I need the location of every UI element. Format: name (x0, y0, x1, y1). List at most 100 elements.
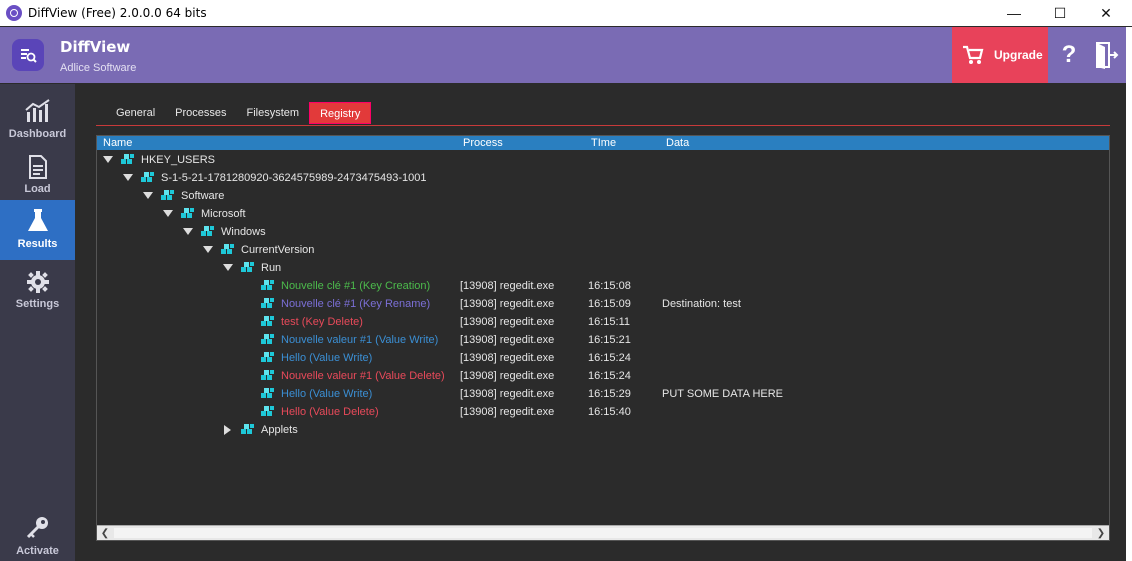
node-hkey-users[interactable]: HKEY_USERS (97, 151, 1109, 169)
entry-process: [13908] regedit.exe (460, 406, 555, 418)
entry-time: 16:15:24 (588, 352, 631, 364)
registry-cubes-icon (180, 207, 195, 221)
expand-toggle-icon[interactable] (224, 425, 231, 435)
entry-name: Nouvelle valeur #1 (Value Delete) (281, 370, 445, 382)
registry-cubes-icon (200, 225, 215, 239)
exit-door-icon[interactable] (1094, 41, 1120, 69)
sidebar-item-activate[interactable]: Activate (0, 507, 75, 561)
entry-process: [13908] regedit.exe (460, 334, 555, 346)
entry-data: Destination: test (662, 298, 741, 310)
registry-entry-row[interactable]: Nouvelle clé #1 (Key Rename) [13908] rege… (97, 295, 1109, 313)
registry-cubes-icon (260, 297, 275, 311)
sidebar-item-settings[interactable]: Settings (0, 262, 75, 320)
window-title: DiffView (Free) 2.0.0.0 64 bits (28, 6, 207, 20)
upgrade-button[interactable]: Upgrade (952, 27, 1048, 83)
sidebar-item-load[interactable]: Load (0, 147, 75, 205)
node-currentversion[interactable]: CurrentVersion (97, 241, 1109, 259)
tab-general[interactable]: General (106, 102, 165, 124)
entry-process: [13908] regedit.exe (460, 280, 555, 292)
tab-divider (96, 125, 1110, 126)
registry-entry-row[interactable]: Hello (Value Write) [13908] regedit.exe 16… (97, 385, 1109, 403)
sidebar-item-dashboard[interactable]: Dashboard (0, 90, 75, 148)
registry-cubes-icon (120, 153, 135, 167)
tab-registry[interactable]: Registry (309, 102, 372, 124)
registry-cubes-icon (260, 387, 275, 401)
entry-name: Hello (Value Delete) (281, 406, 379, 418)
entry-data: PUT SOME DATA HERE (662, 388, 784, 400)
sidebar-label-results: Results (17, 238, 58, 250)
close-button[interactable]: ✕ (1083, 0, 1129, 26)
registry-tree[interactable]: Name Process TIme Data HKEY_USERS S-1-5-2… (96, 135, 1110, 541)
registry-cubes-icon (260, 351, 275, 365)
node-label: Windows (221, 226, 266, 238)
node-label: Software (181, 190, 225, 202)
cart-icon (963, 45, 984, 64)
minimize-button[interactable]: — (991, 0, 1037, 26)
entry-process: [13908] regedit.exe (460, 316, 555, 328)
column-name[interactable]: Name (103, 137, 132, 149)
registry-entry-row[interactable]: test (Key Delete) [13908] regedit.exe 16:1… (97, 313, 1109, 331)
node-software[interactable]: Software (97, 187, 1109, 205)
registry-cubes-icon (240, 261, 255, 275)
sidebar-label-load: Load (24, 183, 51, 195)
entry-time: 16:15:09 (588, 298, 631, 310)
sidebar-item-results[interactable]: Results (0, 200, 75, 260)
node-applets[interactable]: Applets (97, 421, 1109, 439)
column-process[interactable]: Process (463, 137, 503, 149)
entry-name: Hello (Value Write) (281, 388, 373, 400)
expand-toggle-icon[interactable] (203, 246, 213, 253)
registry-entry-row[interactable]: Hello (Value Write) [13908] regedit.exe 16… (97, 349, 1109, 367)
registry-cubes-icon (160, 189, 175, 203)
entry-time: 16:15:21 (588, 334, 631, 346)
node-windows[interactable]: Windows (97, 223, 1109, 241)
horizontal-scrollbar[interactable]: ❮ ❯ (97, 525, 1109, 540)
column-data[interactable]: Data (666, 137, 689, 149)
scroll-left-arrow-icon[interactable]: ❮ (98, 527, 112, 540)
registry-entry-row[interactable]: Nouvelle valeur #1 (Value Write) [13908] … (97, 331, 1109, 349)
column-header: Name Process TIme Data (97, 136, 1109, 150)
registry-cubes-icon (220, 243, 235, 257)
node-label: Microsoft (201, 208, 246, 220)
registry-entry-row[interactable]: Hello (Value Delete) [13908] regedit.exe 1… (97, 403, 1109, 421)
chart-trend-icon (24, 99, 50, 122)
scroll-right-arrow-icon[interactable]: ❯ (1094, 527, 1108, 540)
sidebar-label-dashboard: Dashboard (8, 128, 67, 140)
sidebar-label-settings: Settings (15, 298, 60, 310)
registry-entry-row[interactable]: Nouvelle clé #1 (Key Creation) [13908] re… (97, 277, 1109, 295)
registry-cubes-icon (140, 171, 155, 185)
registry-cubes-icon (260, 369, 275, 383)
expand-toggle-icon[interactable] (143, 192, 153, 199)
help-button[interactable]: ? (1054, 37, 1084, 73)
node-microsoft[interactable]: Microsoft (97, 205, 1109, 223)
app-logo-icon (12, 39, 44, 71)
registry-cubes-icon (240, 423, 255, 437)
gear-icon (26, 271, 49, 293)
node-label: CurrentVersion (241, 244, 315, 256)
entry-process: [13908] regedit.exe (460, 370, 555, 382)
entry-name: Nouvelle valeur #1 (Value Write) (281, 334, 439, 346)
expand-toggle-icon[interactable] (123, 174, 133, 181)
entry-name: Hello (Value Write) (281, 352, 373, 364)
company-name: Adlice Software (60, 62, 137, 74)
document-icon (28, 155, 47, 179)
app-header: DiffView Adlice Software Upgrade ? (0, 27, 1132, 83)
entry-name: Nouvelle clé #1 (Key Creation) (281, 280, 431, 292)
key-icon (26, 517, 48, 539)
node-label: Run (261, 262, 282, 274)
expand-toggle-icon[interactable] (183, 228, 193, 235)
scrollbar-thumb[interactable] (114, 528, 1092, 538)
expand-toggle-icon[interactable] (103, 156, 113, 163)
expand-toggle-icon[interactable] (163, 210, 173, 217)
tab-filesystem[interactable]: Filesystem (237, 102, 310, 124)
node-run[interactable]: Run (97, 259, 1109, 277)
maximize-button[interactable]: ☐ (1037, 0, 1083, 26)
tab-processes[interactable]: Processes (165, 102, 236, 124)
column-time[interactable]: TIme (591, 137, 616, 149)
registry-entry-row[interactable]: Nouvelle valeur #1 (Value Delete) [13908]… (97, 367, 1109, 385)
entry-name: Nouvelle clé #1 (Key Rename) (281, 298, 431, 310)
entry-process: [13908] regedit.exe (460, 298, 555, 310)
expand-toggle-icon[interactable] (223, 264, 233, 271)
sidebar: Dashboard Load Results Settings Activate (0, 84, 75, 561)
node-user-sid[interactable]: S-1-5-21-1781280920-3624575989-247347549… (97, 169, 1109, 187)
app-icon (6, 5, 22, 21)
